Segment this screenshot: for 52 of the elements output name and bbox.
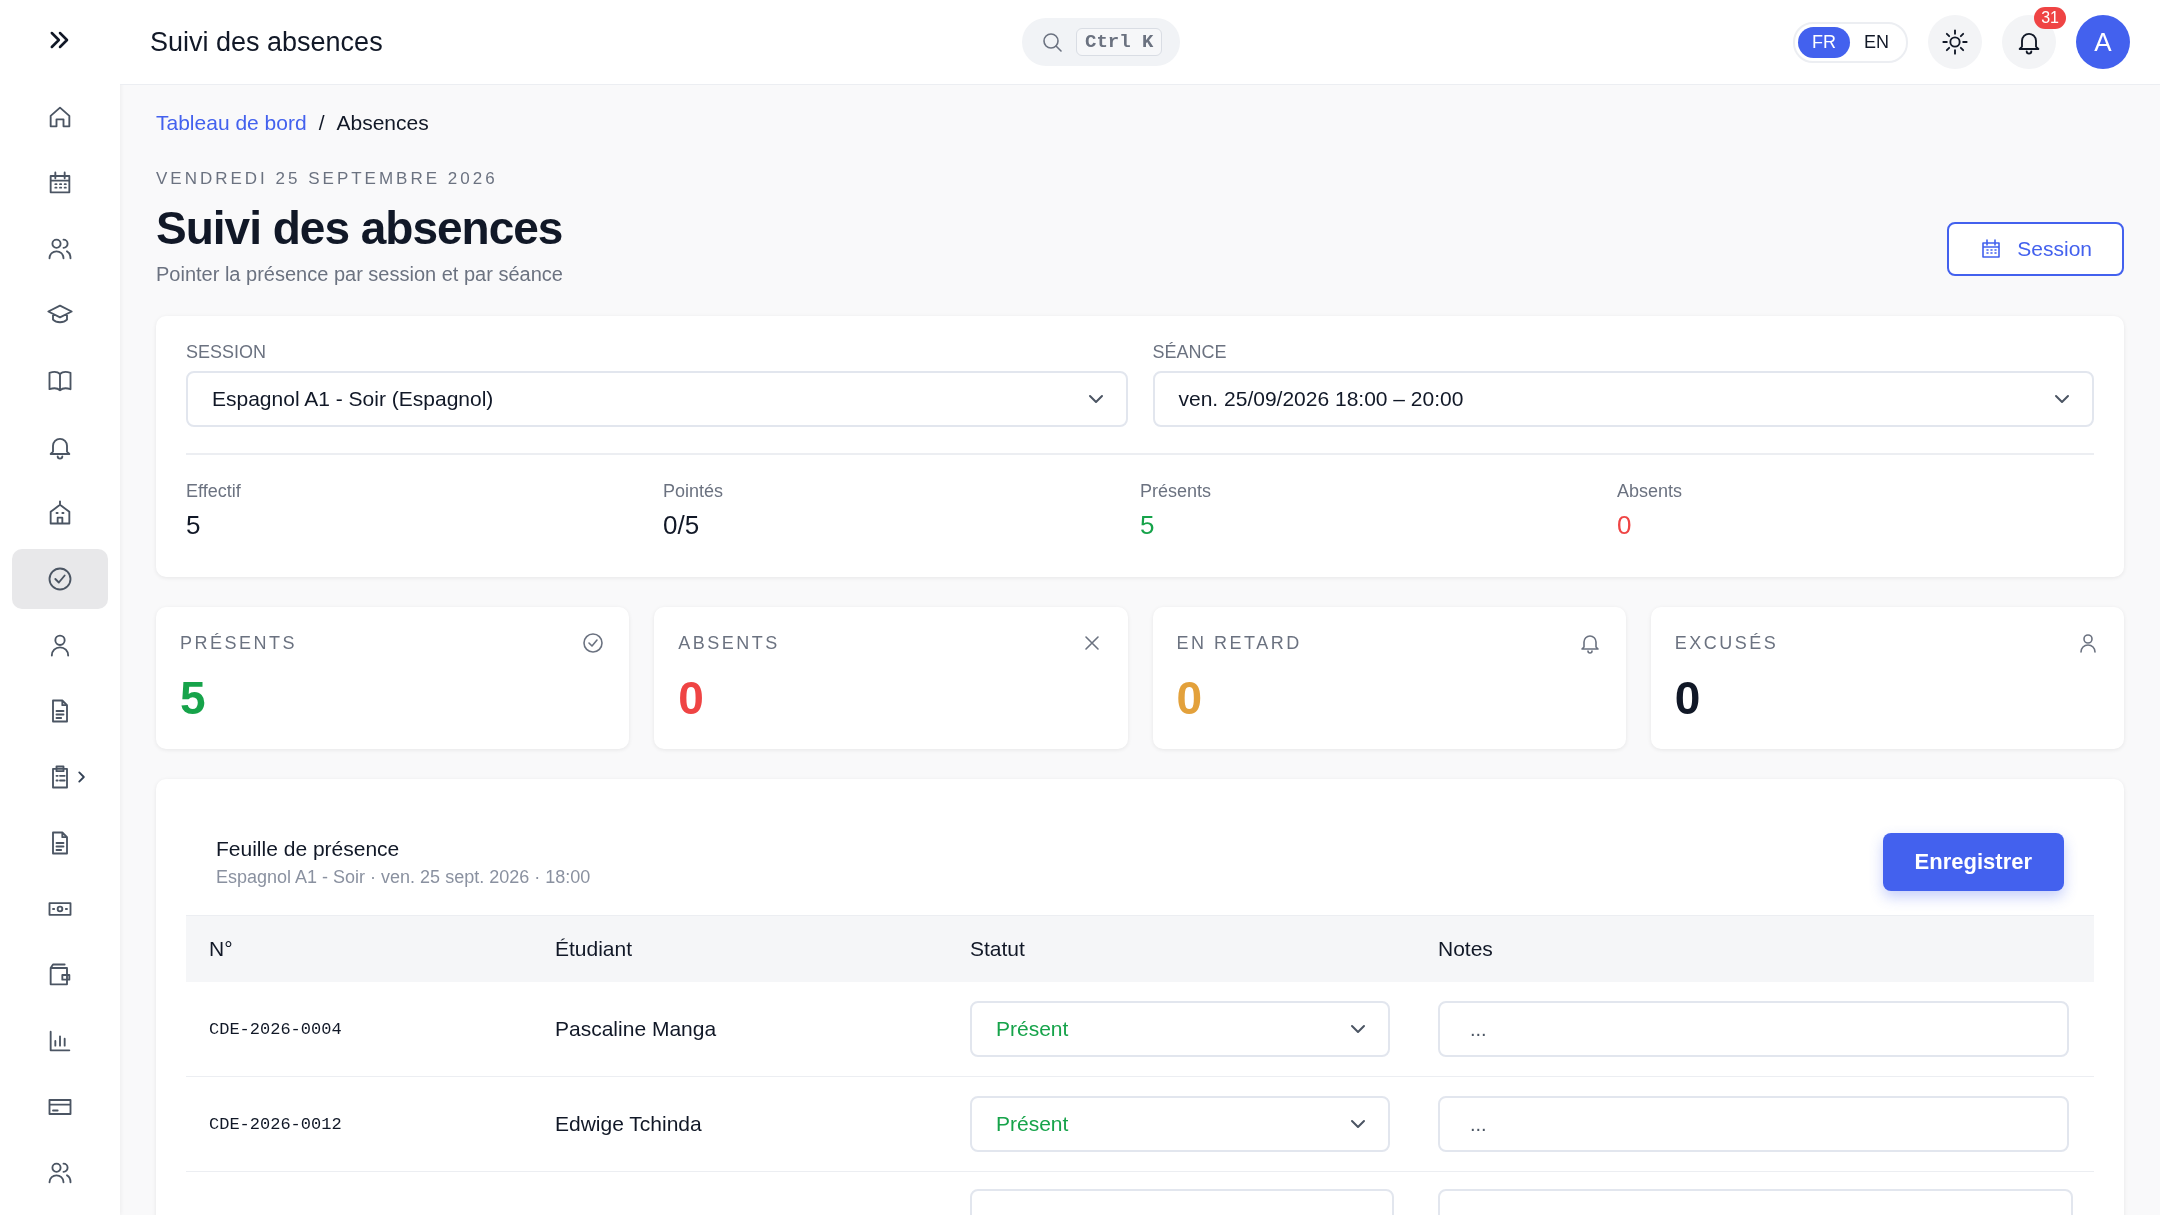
language-option[interactable]: FR [1798,26,1850,58]
stat-value: 0 [1176,671,1203,725]
stat-label: EN RETARD [1176,632,1302,654]
student-name: Edwige Tchinda [554,1112,703,1136]
stat-label: PRÉSENTS [180,632,298,654]
summary-value: 0 [1617,510,1632,541]
card-title: Feuille de présence [216,836,401,861]
search-button[interactable]: Ctrl K [1022,18,1181,66]
shortcut-key: Ctrl K [1076,28,1163,56]
status-select[interactable]: Présent [970,1001,1390,1057]
student-name: Pascaline Manga [554,1017,718,1041]
notes-field[interactable]: ... [1438,1096,2069,1152]
column-header: Étudiant [554,937,634,961]
stat-label: EXCUSÉS [1674,632,1779,654]
page-title: Suivi des absences [156,201,563,255]
column-header: Statut [969,937,1026,961]
summary-label: Présents [1140,481,1212,502]
notes-field[interactable]: ... [1438,1001,2069,1057]
field-label: SESSION [186,342,268,363]
summary-value: 5 [186,510,201,541]
field-label: SÉANCE [1152,342,1228,363]
stat-value: 0 [678,671,704,725]
stat-label: ABSENTS [678,632,780,654]
breadcrumb-current: Absences [336,111,429,135]
sidebar-item[interactable] [12,549,108,609]
student-number: CDE-2026-0004 [208,1019,343,1039]
avatar[interactable]: A [2076,15,2130,69]
column-header: Notes [1437,937,1494,961]
stat-value: 5 [180,671,206,725]
student-number: CDE-2026-0012 [208,1114,343,1134]
summary-label: Effectif [186,481,241,502]
select-field[interactable]: Espagnol A1 - Soir (Espagnol) [186,371,1128,427]
summary-value: 0/5 [663,510,700,541]
breadcrumb-link[interactable]: Tableau de bord [156,111,307,135]
stat-value: 0 [1674,671,1701,725]
status-select[interactable]: Présent [970,1096,1390,1152]
card-subtitle: Espagnol A1 - Soir · ven. 25 sept. 2026 · 18:00 [216,866,591,888]
notification-badge: 31 [2034,7,2066,29]
session-button[interactable]: Session [1947,222,2124,276]
search-icon [1040,30,1064,54]
column-header: N° [208,937,234,961]
summary-label: Absents [1617,481,1683,502]
language-option[interactable]: EN [1850,26,1903,58]
page-subtitle: Pointer la présence par session et par séance [156,263,563,286]
summary-label: Pointés [663,481,724,502]
date-label: VENDREDI 25 SEPTEMBRE 2026 [156,169,499,189]
save-button[interactable]: Enregistrer [1882,833,2064,891]
select-field[interactable]: ven. 25/09/2026 18:00 – 20:00 [1152,371,2094,427]
sun-icon [1941,28,1969,56]
breadcrumb-separator: / [318,111,325,135]
header-title: Suivi des absences [150,26,383,58]
summary-value: 5 [1140,510,1155,541]
